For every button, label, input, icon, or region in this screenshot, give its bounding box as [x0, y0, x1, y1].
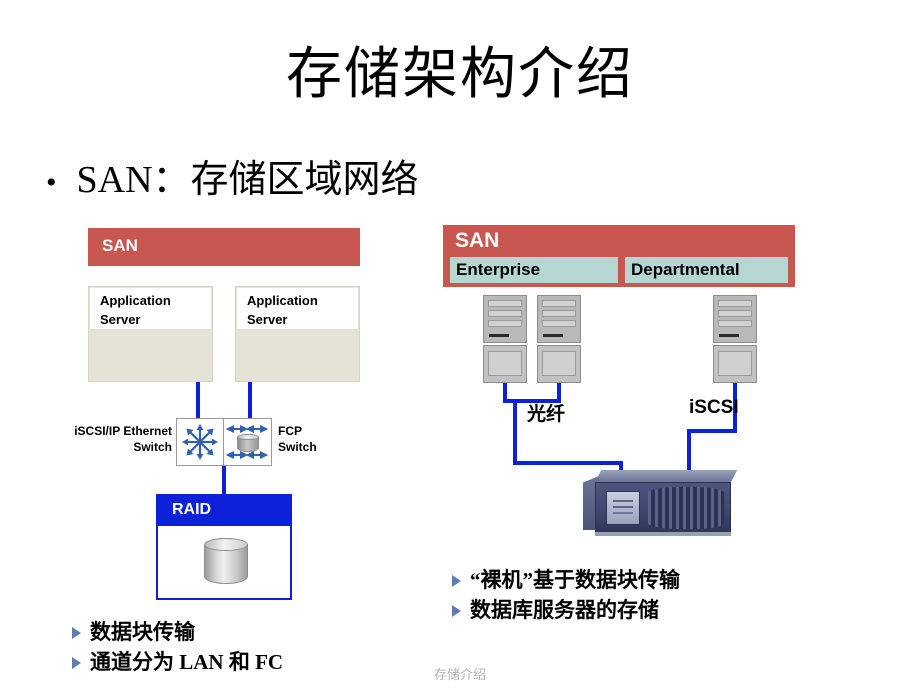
server-upper-bay	[713, 295, 757, 343]
server-upper-bay	[537, 295, 581, 343]
raid-body	[158, 526, 290, 598]
server-panel	[542, 351, 576, 376]
server-panel	[488, 351, 522, 376]
ethernet-switch-caption-line1: iSCSI/IP Ethernet	[74, 424, 172, 438]
link-label-fiber: 光纤	[527, 404, 566, 425]
connector-fiber-down	[513, 399, 517, 465]
server-slot	[718, 310, 752, 317]
right-san-title: SAN	[455, 229, 500, 252]
server-slot	[542, 320, 576, 327]
tier-departmental: Departmental	[625, 257, 788, 283]
server-lower-bay	[713, 345, 757, 383]
server-tower-icon-1	[483, 295, 527, 383]
right-bullet-list: “裸机”基于数据块传输 数据库服务器的存储	[452, 566, 680, 626]
application-server-line2: Server	[100, 311, 141, 327]
switch-group	[176, 418, 272, 466]
ethernet-switch-caption-line2: Switch	[133, 440, 172, 455]
server-led	[489, 334, 509, 337]
bullet-dot-icon: •	[46, 166, 57, 199]
application-server-box-1: Application Server	[88, 286, 213, 382]
triangle-bullet-icon	[72, 627, 81, 639]
appliance-control-panel	[606, 491, 640, 525]
presentation-slide: 存储架构介绍 • SAN：存储区域网络 SAN Application Serv…	[0, 0, 920, 690]
left-san-diagram: SAN Application Server Application Serve…	[74, 228, 360, 600]
server-tower-icon-2	[537, 295, 581, 383]
server-slot	[488, 320, 522, 327]
application-server-label-2: Application Server	[237, 288, 358, 329]
server-led	[719, 334, 739, 337]
server-lower-bay	[537, 345, 581, 383]
fcp-switch-cell	[224, 419, 271, 465]
list-item-label: 数据库服务器的存储	[470, 597, 659, 622]
fcp-switch-caption: FCP Switch	[278, 423, 368, 455]
triangle-bullet-icon	[452, 575, 461, 587]
server-slot	[542, 310, 576, 317]
list-item: 数据块传输	[72, 618, 283, 648]
raid-header: RAID	[158, 496, 290, 526]
network-burst-icon	[182, 424, 218, 460]
main-bullet: • SAN：存储区域网络	[46, 159, 419, 202]
ethernet-switch-caption: iSCSI/IP Ethernet Switch	[0, 423, 172, 455]
application-server-label-1: Application Server	[90, 288, 211, 329]
fcp-switch-caption-line2: Switch	[278, 440, 317, 455]
application-server-line1: Application	[247, 293, 318, 308]
fcp-disk-icon	[237, 434, 260, 452]
appliance-base	[595, 532, 731, 536]
server-slot	[488, 310, 522, 317]
server-slot	[488, 300, 522, 307]
storage-appliance-icon	[583, 470, 738, 538]
tier-enterprise: Enterprise	[450, 257, 618, 283]
connector-switch-to-raid	[222, 466, 226, 496]
disk-cylinder-icon	[204, 538, 248, 584]
right-san-header: SAN Enterprise Departmental	[443, 225, 795, 287]
server-upper-bay	[483, 295, 527, 343]
left-san-header: SAN	[88, 228, 360, 266]
appliance-front-face	[595, 482, 731, 534]
server-lower-bay	[483, 345, 527, 383]
list-item: 数据库服务器的存储	[452, 596, 680, 626]
main-bullet-label: SAN：存储区域网络	[76, 159, 419, 201]
list-item-label: 数据块传输	[90, 620, 195, 644]
appliance-top-face	[595, 470, 738, 482]
application-server-line2: Server	[247, 311, 288, 327]
ethernet-switch-cell	[177, 419, 225, 465]
page-title: 存储架构介绍	[286, 44, 634, 106]
raid-box: RAID	[156, 494, 292, 600]
fcp-switch-caption-line1: FCP	[278, 424, 302, 438]
application-server-box-2: Application Server	[235, 286, 360, 382]
list-item-label: “裸机”基于数据块传输	[470, 568, 680, 592]
link-label-iscsi: iSCSI	[689, 397, 739, 418]
triangle-bullet-icon	[452, 604, 461, 617]
connector-fiber-across	[513, 461, 623, 465]
slide-footer: 存储介绍	[433, 667, 486, 682]
server-slot	[718, 300, 752, 307]
right-san-diagram: SAN Enterprise Departmental 光纤 iSCSI	[443, 225, 795, 555]
list-item: “裸机”基于数据块传输	[452, 566, 680, 596]
server-slot	[542, 300, 576, 307]
server-slot	[718, 320, 752, 327]
application-server-line1: Application	[100, 293, 171, 308]
connector-server2-to-switch	[248, 382, 252, 419]
server-tower-icon-3	[713, 295, 757, 383]
appliance-vents	[648, 487, 724, 529]
connector-iscsi-across	[687, 429, 737, 433]
server-led	[543, 334, 563, 337]
server-panel	[718, 351, 752, 376]
connector-server1-to-switch	[196, 382, 200, 419]
